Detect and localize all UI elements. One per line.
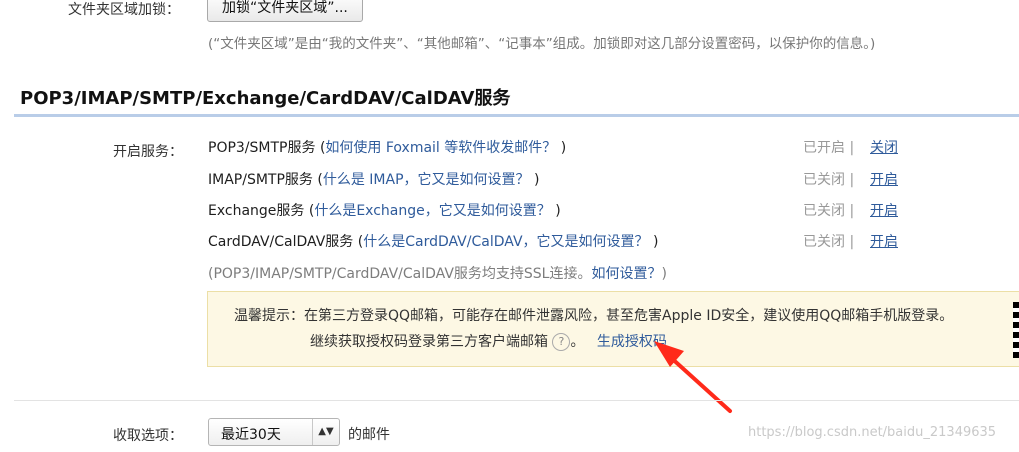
- status-text: 已关闭: [803, 234, 845, 250]
- status-text: 已关闭: [803, 203, 845, 219]
- tip-line-1: 温馨提示：在第三方登录QQ邮箱，可能存在邮件泄露风险，甚至危害Apple ID安…: [234, 308, 954, 324]
- service-imap-status: 已关闭 |: [803, 169, 854, 189]
- service-name: POP3/SMTP服务 (: [208, 140, 326, 156]
- imap-help-link[interactable]: 什么是 IMAP，它又是如何设置？: [323, 172, 530, 188]
- watermark-text: https://blog.csdn.net/baidu_21349635: [748, 425, 997, 440]
- service-carddav-caldav: CardDAV/CalDAV服务 (什么是CardDAV/CalDAV，它又是如…: [208, 231, 658, 251]
- imap-open-button[interactable]: 开启: [870, 169, 898, 189]
- updown-arrow-icon: ▲▼: [312, 419, 339, 445]
- status-text: 已关闭: [803, 172, 845, 188]
- separator: |: [849, 172, 855, 188]
- service-exchange-status: 已关闭 |: [803, 200, 854, 220]
- service-carddav-status: 已关闭 |: [803, 231, 854, 251]
- section-title: POP3/IMAP/SMTP/Exchange/CardDAV/CalDAV服务: [20, 88, 511, 109]
- select-value: 最近30天: [221, 427, 281, 443]
- folder-lock-hint: (“文件夹区域”是由“我的文件夹”、“其他邮箱”、“记事本”组成。加锁即对这几部…: [208, 36, 876, 52]
- exchange-open-button[interactable]: 开启: [870, 200, 898, 220]
- tip-line-2: 继续获取授权码登录第三方客户端邮箱 ?。 生成授权码: [310, 331, 667, 351]
- ssl-help-link[interactable]: 如何设置？: [591, 266, 661, 282]
- paren-close: ): [533, 172, 540, 188]
- qr-code-icon: [1013, 302, 1019, 358]
- paren-close: ): [555, 203, 561, 219]
- receive-options-label: 收取选项：: [113, 428, 183, 444]
- section-bottom-divider: [14, 400, 1019, 401]
- carddav-help-link[interactable]: 什么是CardDAV/CalDAV，它又是如何设置？: [363, 234, 648, 250]
- service-pop3-smtp: POP3/SMTP服务 (如何使用 Foxmail 等软件收发邮件？ ): [208, 137, 566, 157]
- service-name: CardDAV/CalDAV服务 (: [208, 234, 364, 250]
- service-imap-smtp: IMAP/SMTP服务 (什么是 IMAP，它又是如何设置？ ): [208, 169, 539, 189]
- warning-tip-box: [207, 291, 1019, 367]
- separator: |: [849, 140, 855, 156]
- ssl-note: (POP3/IMAP/SMTP/CardDAV/CalDAV服务均支持SSL连接…: [208, 263, 667, 283]
- services-label: 开启服务：: [113, 144, 183, 160]
- pop3-help-link[interactable]: 如何使用 Foxmail 等软件收发邮件？: [325, 140, 556, 156]
- section-divider: [14, 114, 1019, 117]
- receive-range-select[interactable]: 最近30天 ▲▼: [208, 418, 340, 446]
- lock-folder-area-button[interactable]: 加锁“文件夹区域”...: [207, 0, 363, 22]
- service-name: Exchange服务 (: [208, 203, 315, 219]
- status-text: 已开启: [803, 140, 845, 156]
- tip-period: 。: [570, 334, 585, 350]
- paren-close: ): [661, 266, 667, 282]
- paren-close: ): [560, 140, 567, 156]
- paren-close: ): [652, 234, 659, 250]
- red-arrow-annotation: [654, 341, 732, 413]
- folder-lock-label: 文件夹区域加锁：: [68, 2, 180, 18]
- separator: |: [849, 203, 855, 219]
- service-pop3-status: 已开启 |: [803, 137, 854, 157]
- tip-line-2-text: 继续获取授权码登录第三方客户端邮箱: [310, 334, 548, 350]
- ssl-note-text: (POP3/IMAP/SMTP/CardDAV/CalDAV服务均支持SSL连接…: [208, 266, 592, 282]
- exchange-help-link[interactable]: 什么是Exchange，它又是如何设置？: [314, 203, 550, 219]
- separator: |: [849, 234, 855, 250]
- question-icon[interactable]: ?: [552, 333, 571, 351]
- service-exchange: Exchange服务 (什么是Exchange，它又是如何设置？ ): [208, 200, 561, 220]
- receive-suffix: 的邮件: [348, 427, 390, 443]
- pop3-close-button[interactable]: 关闭: [870, 137, 898, 157]
- carddav-open-button[interactable]: 开启: [870, 231, 898, 251]
- service-name: IMAP/SMTP服务 (: [208, 172, 323, 188]
